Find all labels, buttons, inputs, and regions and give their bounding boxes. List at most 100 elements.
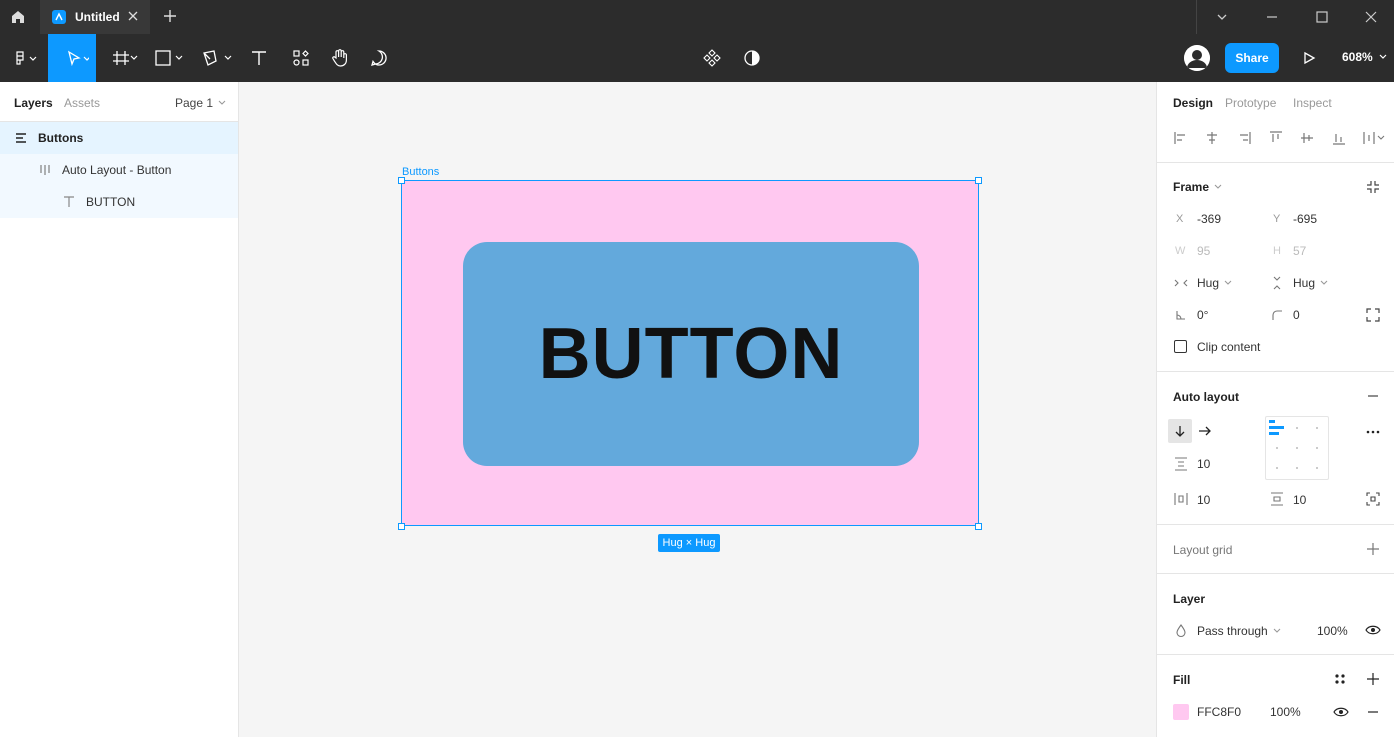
main-menu-button[interactable] <box>0 34 46 82</box>
alignment-dot[interactable] <box>1276 467 1278 469</box>
chevron-down-icon <box>1320 280 1328 285</box>
align-top-icon[interactable] <box>1268 130 1284 146</box>
fill-color-swatch[interactable] <box>1173 704 1189 720</box>
individual-padding-icon[interactable] <box>1365 491 1381 507</box>
chevron-down-icon <box>1224 280 1232 285</box>
collapse-icon[interactable] <box>1365 179 1381 195</box>
close-tab-icon[interactable] <box>126 9 140 23</box>
y-input[interactable]: -695 <box>1293 212 1317 226</box>
blend-mode-icon <box>1176 624 1186 638</box>
close-window-button[interactable] <box>1346 0 1394 34</box>
move-tool[interactable] <box>48 34 96 82</box>
layer-opacity-input[interactable]: 100% <box>1317 624 1348 638</box>
alignment-grid[interactable] <box>1265 416 1329 480</box>
section-divider <box>1157 573 1394 574</box>
item-spacing-input[interactable]: 10 <box>1197 457 1210 471</box>
resize-handle-top-left[interactable] <box>398 177 405 184</box>
alignment-dot[interactable] <box>1296 447 1298 449</box>
independent-corners-icon[interactable] <box>1365 307 1381 323</box>
components-button[interactable] <box>697 34 727 82</box>
layer-row[interactable]: Auto Layout - Button <box>0 154 238 186</box>
horizontal-padding-icon <box>1174 493 1188 505</box>
x-input[interactable]: -369 <box>1197 212 1221 226</box>
align-left-icon[interactable] <box>1173 130 1189 146</box>
title-bar: Untitled <box>0 0 1394 34</box>
buttons-frame[interactable]: BUTTON <box>401 180 979 526</box>
resize-handle-bottom-left[interactable] <box>398 523 405 530</box>
alignment-dot[interactable] <box>1296 467 1298 469</box>
alignment-dot[interactable] <box>1296 427 1298 429</box>
horizontal-padding-input[interactable]: 10 <box>1197 493 1210 507</box>
zoom-level: 608% <box>1342 50 1373 64</box>
rotation-input[interactable]: 0° <box>1197 308 1208 322</box>
frame-label[interactable]: Buttons <box>402 166 439 178</box>
blend-mode-dropdown[interactable]: Pass through <box>1197 624 1282 638</box>
canvas[interactable]: Buttons BUTTON Hug × Hug <box>239 82 1156 737</box>
file-tab[interactable]: Untitled <box>40 0 150 34</box>
layer-row[interactable]: BUTTON <box>0 186 238 218</box>
tab-design[interactable]: Design <box>1173 96 1213 110</box>
fill-opacity-input[interactable]: 100% <box>1270 705 1301 719</box>
fill-hex-input[interactable]: FFC8F0 <box>1197 705 1241 719</box>
distribute-icon[interactable] <box>1362 130 1386 146</box>
pen-tool[interactable] <box>196 34 240 82</box>
alignment-dot[interactable] <box>1316 427 1318 429</box>
tab-prototype[interactable]: Prototype <box>1225 96 1276 110</box>
maximize-button[interactable] <box>1297 0 1347 34</box>
shape-tool[interactable] <box>148 34 192 82</box>
hand-tool[interactable] <box>325 34 355 82</box>
vertical-resizing-dropdown[interactable]: Hug <box>1293 276 1329 290</box>
text-tool[interactable] <box>244 34 274 82</box>
button-text-layer[interactable]: BUTTON <box>539 313 844 395</box>
section-divider <box>1157 654 1394 655</box>
add-fill-icon[interactable] <box>1365 671 1381 687</box>
comment-tool[interactable] <box>364 34 394 82</box>
frame-type-dropdown[interactable]: Frame <box>1173 180 1223 194</box>
alignment-dot[interactable] <box>1316 447 1318 449</box>
new-tab-icon[interactable] <box>160 6 180 26</box>
play-icon <box>1304 51 1316 65</box>
share-button[interactable]: Share <box>1225 43 1279 73</box>
zoom-dropdown[interactable]: 608% <box>1342 50 1389 64</box>
arrow-right-icon[interactable] <box>1197 423 1213 439</box>
frame-tool[interactable] <box>100 34 144 82</box>
h-input[interactable]: 57 <box>1293 244 1306 258</box>
auto-layout-button[interactable]: BUTTON <box>463 242 919 466</box>
remove-auto-layout-icon[interactable] <box>1365 388 1381 404</box>
tab-inspect[interactable]: Inspect <box>1293 96 1332 110</box>
tab-assets[interactable]: Assets <box>64 96 100 110</box>
page-selector[interactable]: Page 1 <box>175 96 227 110</box>
vertical-padding-input[interactable]: 10 <box>1293 493 1306 507</box>
eye-icon[interactable] <box>1333 704 1349 720</box>
layer-row[interactable]: Buttons <box>0 122 238 154</box>
resources-tool[interactable] <box>286 34 316 82</box>
vertical-resizing-value: Hug <box>1293 276 1316 290</box>
home-button[interactable] <box>0 0 36 34</box>
clip-content-checkbox[interactable] <box>1174 340 1187 353</box>
add-layout-grid-icon[interactable] <box>1365 541 1381 557</box>
minimize-button[interactable] <box>1247 0 1297 34</box>
resize-handle-bottom-right[interactable] <box>975 523 982 530</box>
fill-section-title: Fill <box>1173 673 1191 687</box>
text-icon <box>252 51 266 65</box>
alignment-dot[interactable] <box>1316 467 1318 469</box>
more-options-icon[interactable] <box>1365 424 1381 440</box>
theme-toggle-button[interactable] <box>737 34 767 82</box>
tab-layers[interactable]: Layers <box>14 96 53 110</box>
corner-radius-input[interactable]: 0 <box>1293 308 1300 322</box>
horizontal-resizing-dropdown[interactable]: Hug <box>1197 276 1233 290</box>
eye-icon[interactable] <box>1365 622 1381 638</box>
align-horizontal-center-icon[interactable] <box>1204 130 1220 146</box>
align-vertical-center-icon[interactable] <box>1299 130 1315 146</box>
vertical-direction-button[interactable] <box>1168 419 1192 443</box>
present-button[interactable] <box>1294 34 1324 82</box>
dropdown-button[interactable] <box>1197 0 1247 34</box>
align-bottom-icon[interactable] <box>1331 130 1347 146</box>
remove-fill-icon[interactable] <box>1365 704 1381 720</box>
style-grid-icon[interactable] <box>1332 671 1348 687</box>
align-right-icon[interactable] <box>1236 130 1252 146</box>
resize-handle-top-right[interactable] <box>975 177 982 184</box>
avatar[interactable] <box>1184 45 1210 71</box>
w-input[interactable]: 95 <box>1197 244 1210 258</box>
alignment-dot[interactable] <box>1276 447 1278 449</box>
